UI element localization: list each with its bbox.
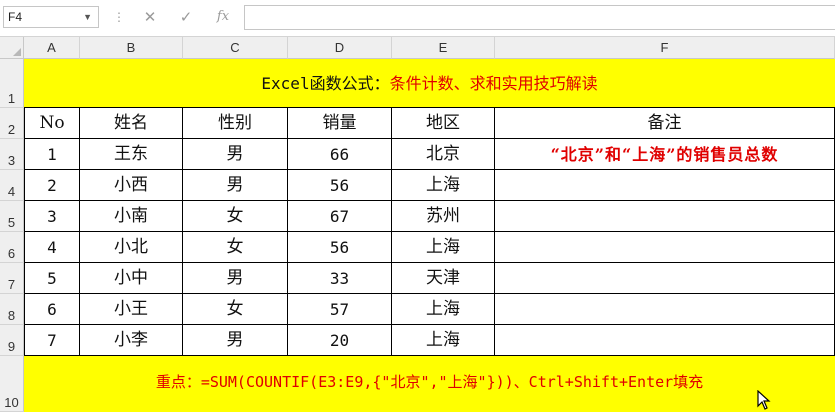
row-header-7[interactable]: 7 bbox=[0, 263, 24, 294]
table-cell[interactable]: 1 bbox=[24, 139, 80, 170]
formula-tip-banner[interactable]: 重点：=SUM(COUNTIF(E3:E9,{"北京","上海"}))、Ctrl… bbox=[24, 356, 835, 412]
table-cell[interactable]: 上海 bbox=[392, 232, 495, 263]
table-cell[interactable]: 男 bbox=[183, 139, 288, 170]
table-cell[interactable]: 上海 bbox=[392, 170, 495, 201]
row-header-3[interactable]: 3 bbox=[0, 139, 24, 170]
table-cell-empty[interactable] bbox=[495, 294, 835, 325]
table-cell[interactable]: 上海 bbox=[392, 294, 495, 325]
header-cell-sales[interactable]: 销量 bbox=[288, 108, 392, 139]
table-cell[interactable]: 4 bbox=[24, 232, 80, 263]
row-header-6[interactable]: 6 bbox=[0, 232, 24, 263]
table-cell-empty[interactable] bbox=[495, 263, 835, 294]
table-cell[interactable]: 天津 bbox=[392, 263, 495, 294]
title-prefix: Excel函数公式： bbox=[261, 74, 390, 93]
header-cell-name[interactable]: 姓名 bbox=[80, 108, 183, 139]
column-header-b[interactable]: B bbox=[80, 37, 183, 59]
table-cell[interactable]: 33 bbox=[288, 263, 392, 294]
table-cell[interactable]: 男 bbox=[183, 263, 288, 294]
table-cell[interactable]: 6 bbox=[24, 294, 80, 325]
row-header-1[interactable]: 1 bbox=[0, 59, 24, 108]
name-box-value: F4 bbox=[8, 10, 23, 24]
table-cell[interactable]: 3 bbox=[24, 201, 80, 232]
table-cell-empty[interactable] bbox=[495, 232, 835, 263]
column-header-e[interactable]: E bbox=[392, 37, 495, 59]
table-cell[interactable]: 7 bbox=[24, 325, 80, 356]
table-cell[interactable]: 小南 bbox=[80, 201, 183, 232]
row-header-4[interactable]: 4 bbox=[0, 170, 24, 201]
row-header-10[interactable]: 10 bbox=[0, 356, 24, 412]
table-cell[interactable]: 小中 bbox=[80, 263, 183, 294]
table-cell[interactable]: 5 bbox=[24, 263, 80, 294]
formula-bar: F4 ▼ ⋮ ✕ ✓ fx bbox=[0, 0, 835, 37]
table-cell[interactable]: 67 bbox=[288, 201, 392, 232]
table-cell[interactable]: 上海 bbox=[392, 325, 495, 356]
title-banner[interactable]: Excel函数公式：条件计数、求和实用技巧解读 bbox=[24, 59, 835, 108]
table-cell[interactable]: 苏州 bbox=[392, 201, 495, 232]
column-header-c[interactable]: C bbox=[183, 37, 288, 59]
row-header-9[interactable]: 9 bbox=[0, 325, 24, 356]
table-cell[interactable]: 女 bbox=[183, 294, 288, 325]
chevron-down-icon[interactable]: ▼ bbox=[83, 7, 92, 27]
table-cell[interactable]: 男 bbox=[183, 170, 288, 201]
row-header-2[interactable]: 2 bbox=[0, 108, 24, 139]
table-cell[interactable]: 女 bbox=[183, 201, 288, 232]
table-cell[interactable]: 小北 bbox=[80, 232, 183, 263]
table-cell[interactable]: 小西 bbox=[80, 170, 183, 201]
header-cell-region[interactable]: 地区 bbox=[392, 108, 495, 139]
table-cell[interactable]: 56 bbox=[288, 170, 392, 201]
table-cell-empty[interactable] bbox=[495, 201, 835, 232]
table-cell[interactable]: 北京 bbox=[392, 139, 495, 170]
column-header-a[interactable]: A bbox=[24, 37, 80, 59]
note-cell[interactable]: “北京”和“上海”的销售员总数 bbox=[495, 139, 835, 170]
formula-tip-text: 重点：=SUM(COUNTIF(E3:E9,{"北京","上海"}))、Ctrl… bbox=[155, 373, 704, 391]
table-cell[interactable]: 66 bbox=[288, 139, 392, 170]
row-header-8[interactable]: 8 bbox=[0, 294, 24, 325]
insert-function-icon[interactable]: fx bbox=[210, 6, 236, 28]
table-cell[interactable]: 57 bbox=[288, 294, 392, 325]
cancel-icon[interactable]: ✕ bbox=[137, 6, 163, 28]
table-cell[interactable]: 小李 bbox=[80, 325, 183, 356]
name-box[interactable]: F4 ▼ bbox=[3, 6, 99, 28]
table-cell[interactable]: 小王 bbox=[80, 294, 183, 325]
table-cell[interactable]: 56 bbox=[288, 232, 392, 263]
formula-input[interactable] bbox=[244, 5, 835, 30]
table-cell[interactable]: 男 bbox=[183, 325, 288, 356]
header-cell-gender[interactable]: 性别 bbox=[183, 108, 288, 139]
column-header-f[interactable]: F bbox=[495, 37, 835, 59]
more-options-icon[interactable]: ⋮ bbox=[113, 10, 125, 26]
table-cell[interactable]: 20 bbox=[288, 325, 392, 356]
table-cell[interactable]: 王东 bbox=[80, 139, 183, 170]
header-cell-note[interactable]: 备注 bbox=[495, 108, 835, 139]
mouse-cursor-icon bbox=[757, 390, 771, 410]
table-cell[interactable]: 2 bbox=[24, 170, 80, 201]
title-highlight: 条件计数、求和实用技巧解读 bbox=[389, 74, 598, 93]
table-cell-empty[interactable] bbox=[495, 325, 835, 356]
header-cell-no[interactable]: No bbox=[24, 108, 80, 139]
select-all-corner[interactable] bbox=[0, 37, 24, 59]
column-header-d[interactable]: D bbox=[288, 37, 392, 59]
enter-icon[interactable]: ✓ bbox=[173, 6, 199, 28]
row-header-5[interactable]: 5 bbox=[0, 201, 24, 232]
table-cell-empty[interactable] bbox=[495, 170, 835, 201]
table-cell[interactable]: 女 bbox=[183, 232, 288, 263]
